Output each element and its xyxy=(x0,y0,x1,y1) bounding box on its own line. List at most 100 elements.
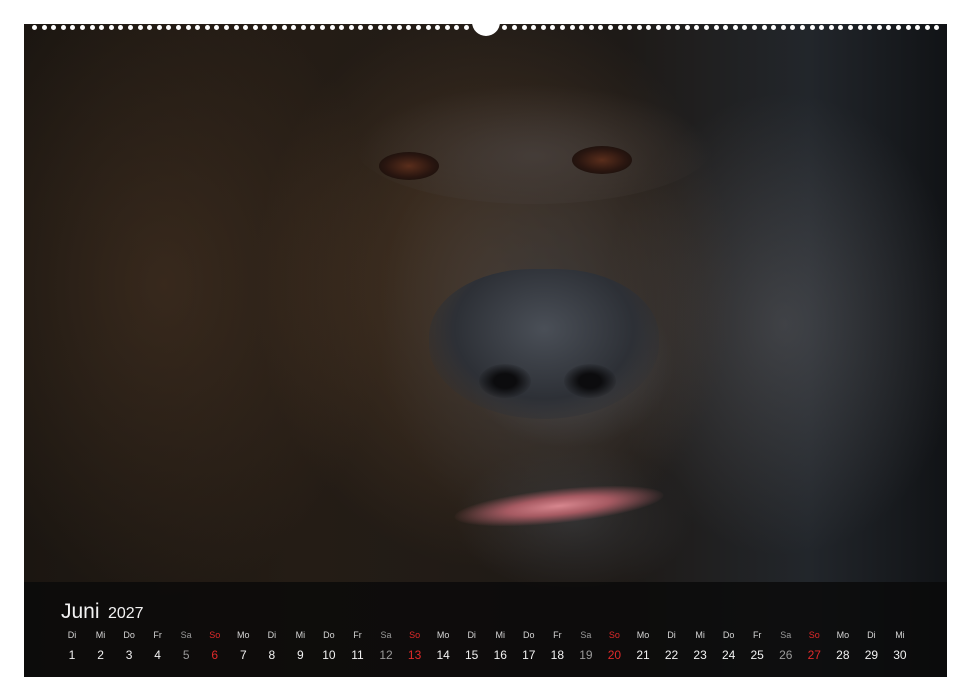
month-title: Juni 2027 xyxy=(61,600,144,624)
day-7: Mo 7 xyxy=(229,630,257,662)
day-number: 23 xyxy=(693,648,707,662)
day-29: Di 29 xyxy=(857,630,885,662)
day-8: Di 8 xyxy=(258,630,286,662)
day-number: 13 xyxy=(407,648,422,662)
day-number: 6 xyxy=(211,648,219,662)
day-16: Mi 16 xyxy=(486,630,514,662)
weekday-label: Di xyxy=(667,630,676,640)
weekday-label: Mi xyxy=(295,630,306,640)
day-number: 15 xyxy=(465,648,479,662)
day-22: Di 22 xyxy=(658,630,686,662)
weekday-label: Do xyxy=(323,630,335,640)
day-number: 28 xyxy=(836,648,850,662)
day-19: Sa 19 xyxy=(572,630,600,662)
day-number: 3 xyxy=(125,648,133,662)
day-6: So 6 xyxy=(201,630,229,662)
day-number: 24 xyxy=(721,648,736,662)
weekday-label: Fr xyxy=(353,630,362,640)
gorilla-right-eye xyxy=(572,146,632,174)
day-24: Do 24 xyxy=(715,630,743,662)
weekday-label: Sa xyxy=(780,630,792,640)
gorilla-left-nostril xyxy=(479,364,531,398)
weekday-label: Mi xyxy=(95,630,106,640)
gorilla-left-eye xyxy=(379,152,439,180)
weekday-label: Mo xyxy=(836,630,850,640)
weekday-label: Sa xyxy=(580,630,592,640)
day-1: Di 1 xyxy=(58,630,86,662)
day-12: Sa 12 xyxy=(372,630,400,662)
weekday-label: Mi xyxy=(895,630,905,640)
day-2: Mi 2 xyxy=(87,630,115,662)
day-15: Di 15 xyxy=(458,630,486,662)
month-name: Juni xyxy=(61,600,100,623)
weekday-label: So xyxy=(409,630,421,640)
weekday-label: Mo xyxy=(636,630,650,640)
day-20: So 20 xyxy=(600,630,628,662)
weekday-label: Do xyxy=(123,630,135,640)
gorilla-brow xyxy=(354,84,714,204)
day-number: 1 xyxy=(68,648,76,662)
weekday-label: So xyxy=(209,630,221,640)
day-28: Mo 28 xyxy=(829,630,857,662)
day-number: 5 xyxy=(182,648,190,662)
weekday-label: Fr xyxy=(752,630,762,640)
weekday-label: Sa xyxy=(180,630,192,640)
weekday-label: Sa xyxy=(380,630,392,640)
gorilla-nose xyxy=(429,269,659,419)
month-year: 2027 xyxy=(107,605,144,622)
weekday-label: Fr xyxy=(553,630,562,640)
weekday-label: Mo xyxy=(237,630,250,640)
day-number: 25 xyxy=(750,648,764,662)
weekday-label: Do xyxy=(722,630,735,640)
weekday-label: Fr xyxy=(153,630,162,640)
day-number: 16 xyxy=(493,648,507,662)
day-number: 12 xyxy=(379,648,393,662)
day-number: 2 xyxy=(97,648,104,662)
day-number: 27 xyxy=(807,648,821,662)
day-14: Mo 14 xyxy=(429,630,457,662)
day-23: Mi 23 xyxy=(686,630,714,662)
weekday-label: Di xyxy=(867,630,876,640)
weekday-label: Mi xyxy=(495,630,506,640)
day-9: Mi 9 xyxy=(286,630,314,662)
day-11: Fr 11 xyxy=(344,630,372,662)
day-18: Fr 18 xyxy=(543,630,571,662)
day-number: 21 xyxy=(636,648,650,662)
day-10: Do 10 xyxy=(315,630,343,662)
weekday-label: So xyxy=(808,630,820,640)
day-4: Fr 4 xyxy=(144,630,172,662)
weekday-label: Mi xyxy=(695,630,705,640)
day-number: 19 xyxy=(579,648,593,662)
day-30: Mi 30 xyxy=(886,630,914,662)
day-number: 14 xyxy=(436,648,450,662)
day-number: 9 xyxy=(297,648,304,662)
day-13: So 13 xyxy=(401,630,429,662)
day-number: 7 xyxy=(239,648,247,662)
day-27: So 27 xyxy=(800,630,828,662)
day-17: Do 17 xyxy=(515,630,543,662)
gorilla-photo xyxy=(24,24,947,677)
day-number: 10 xyxy=(322,648,336,662)
day-5: Sa 5 xyxy=(172,630,200,662)
day-25: Fr 25 xyxy=(743,630,771,662)
weekday-label: Do xyxy=(523,630,535,640)
weekday-label: So xyxy=(608,630,620,640)
day-number: 26 xyxy=(779,648,793,662)
weekday-label: Di xyxy=(467,630,476,640)
day-number: 30 xyxy=(893,648,907,662)
day-number: 29 xyxy=(864,648,879,662)
day-number: 4 xyxy=(154,648,161,662)
day-3: Do 3 xyxy=(115,630,143,662)
day-number: 17 xyxy=(522,648,536,662)
gorilla-right-nostril xyxy=(564,364,616,398)
calendar-page: Juni 2027 Di 1 Mi 2 Do 3 Fr 4 Sa 5 So 6 Mo 7 Di 8 Mi 9 Do 1… xyxy=(24,24,947,677)
day-21: Mo 21 xyxy=(629,630,657,662)
calendar-strip: Juni 2027 Di 1 Mi 2 Do 3 Fr 4 Sa 5 So 6 Mo 7 Di 8 Mi 9 Do 1… xyxy=(24,582,947,677)
day-26: Sa 26 xyxy=(772,630,800,662)
weekday-label: Di xyxy=(67,630,77,640)
day-number: 22 xyxy=(664,648,679,662)
day-number: 11 xyxy=(351,648,364,662)
day-number: 20 xyxy=(607,648,622,662)
weekday-label: Mo xyxy=(436,630,450,640)
day-number: 8 xyxy=(268,648,276,662)
